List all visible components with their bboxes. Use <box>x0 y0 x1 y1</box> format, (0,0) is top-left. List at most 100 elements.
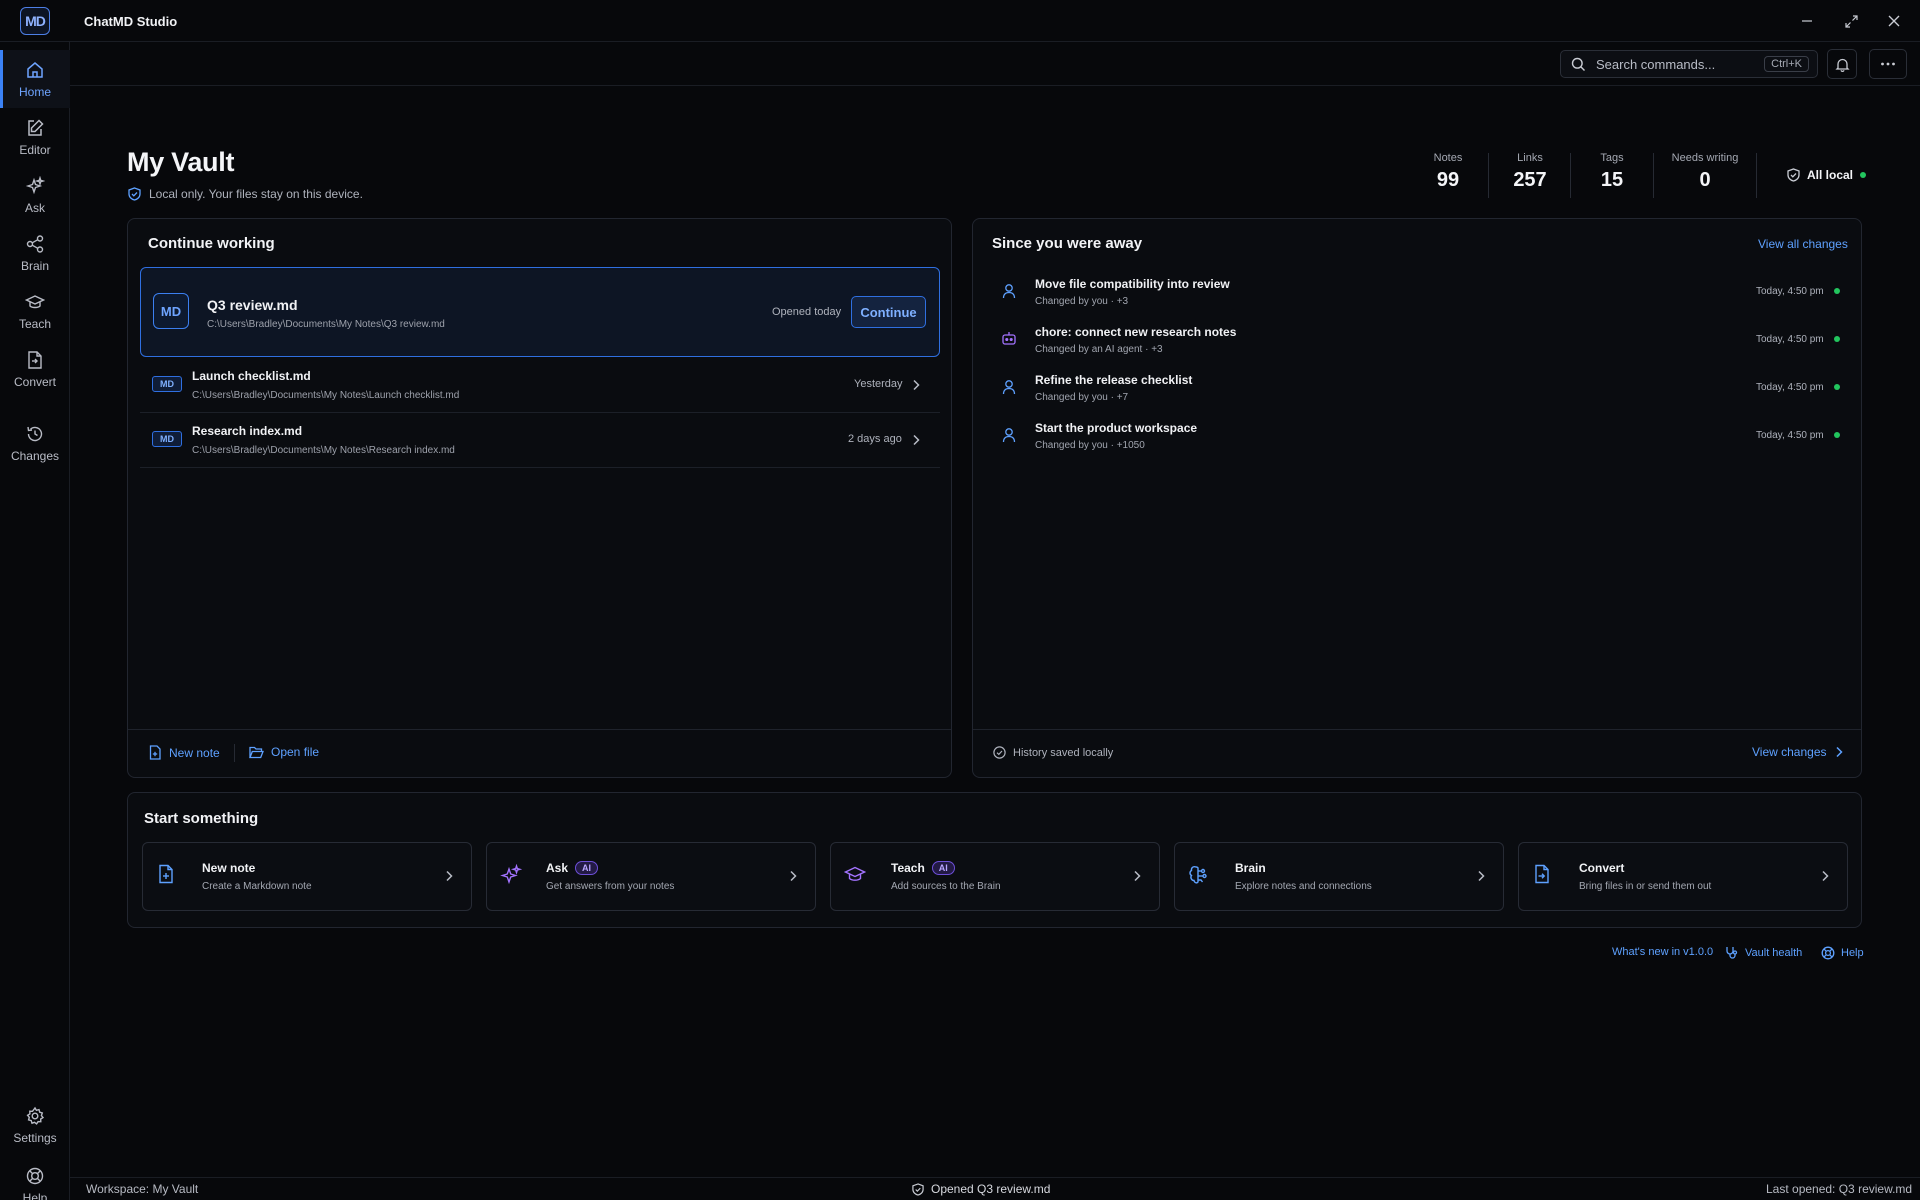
page-title: My Vault <box>127 147 235 177</box>
continue-working-title: Continue working <box>148 235 275 252</box>
sidebar-item-settings[interactable]: Settings <box>0 1096 70 1154</box>
sidebar-item-convert[interactable]: Convert <box>0 340 70 398</box>
stat-divider <box>1488 153 1489 198</box>
sidebar-item-teach[interactable]: Teach <box>0 282 70 340</box>
chevron-right-icon <box>913 434 920 446</box>
sidebar-item-ask[interactable]: Ask <box>0 166 70 224</box>
row-divider <box>140 412 940 413</box>
change-title: chore: connect new research notes <box>1035 325 1237 339</box>
maximize-button[interactable] <box>1833 8 1869 34</box>
md-file-badge: MD <box>152 376 182 392</box>
workspace-status: Workspace: My Vault <box>86 1182 199 1196</box>
md-file-badge: MD <box>152 431 182 447</box>
open-file-link[interactable]: Open file <box>249 745 319 759</box>
card-title: Convert <box>1579 861 1624 875</box>
view-all-changes-link[interactable]: View all changes <box>1758 237 1848 251</box>
user-icon <box>1002 380 1016 395</box>
view-changes-link[interactable]: View changes <box>1752 745 1843 759</box>
card-title-text: Teach <box>891 861 925 875</box>
bot-icon <box>1002 332 1016 345</box>
lifebuoy-icon <box>1821 946 1835 960</box>
file-name: Q3 review.md <box>207 297 298 313</box>
chevron-right-icon <box>1822 870 1829 882</box>
sidebar-item-changes[interactable]: Changes <box>0 414 70 472</box>
sidebar-item-label: Help <box>22 1190 48 1200</box>
stat-tags: Tags 15 <box>1582 152 1642 192</box>
stat-label: Notes <box>1433 152 1463 164</box>
shield-check-icon <box>1787 168 1800 182</box>
sparkles-icon <box>25 175 45 194</box>
start-card-teach[interactable] <box>830 842 1160 911</box>
lifebuoy-icon <box>26 1167 44 1184</box>
ai-badge: AI <box>931 861 955 875</box>
start-card-brain[interactable] <box>1174 842 1504 911</box>
whats-new-link[interactable]: What's new in v1.0.0 <box>1612 946 1713 958</box>
chevron-right-icon <box>1835 746 1843 758</box>
local-status-label: All local <box>1807 168 1854 182</box>
change-time: Today, 4:50 pm <box>1756 286 1824 297</box>
change-meta: Changed by an AI agent · +3 <box>1035 344 1163 355</box>
sidebar-item-label: Editor <box>19 142 51 157</box>
close-icon <box>1888 15 1900 27</box>
open-file-label: Open file <box>271 745 320 759</box>
sidebar-item-help[interactable]: Help <box>0 1156 70 1200</box>
last-opened-status: Last opened: Q3 review.md <box>1766 1182 1913 1196</box>
file-opened-time: 2 days ago <box>848 433 902 445</box>
stat-divider <box>1756 153 1757 198</box>
status-dot <box>1834 432 1840 438</box>
open-file-status: Opened Q3 review.md <box>912 1182 1050 1196</box>
chevron-right-icon <box>446 870 453 882</box>
search-placeholder: Search commands... <box>1596 56 1716 72</box>
command-search[interactable]: Search commands... Ctrl+K <box>1560 50 1818 78</box>
change-meta: Changed by you · +3 <box>1035 296 1129 307</box>
graduation-cap-icon <box>844 866 866 881</box>
notifications-button[interactable] <box>1827 49 1857 79</box>
start-something-title: Start something <box>144 810 259 827</box>
maximize-icon <box>1844 14 1858 28</box>
stat-value: 15 <box>1600 169 1624 191</box>
row-divider <box>140 467 940 468</box>
sidebar-item-home[interactable]: Home <box>0 50 70 108</box>
history-note: History saved locally <box>993 746 1113 759</box>
stat-label: Tags <box>1600 152 1624 164</box>
card-title: Brain <box>1235 861 1266 875</box>
new-note-link[interactable]: New note <box>148 745 220 760</box>
card-subtitle: Create a Markdown note <box>202 881 312 892</box>
start-card-ask[interactable] <box>486 842 816 911</box>
new-file-icon <box>159 864 173 884</box>
gear-icon <box>26 1106 45 1125</box>
card-title: Teach AI <box>891 861 955 875</box>
close-button[interactable] <box>1876 8 1912 34</box>
status-dot <box>1834 336 1840 342</box>
file-convert-icon <box>28 350 42 369</box>
sidebar-item-label: Teach <box>18 316 52 331</box>
open-file-status-text: Opened Q3 review.md <box>931 1182 1051 1196</box>
more-button[interactable] <box>1869 49 1907 79</box>
link-divider <box>234 744 235 762</box>
start-card-convert[interactable] <box>1518 842 1848 911</box>
sidebar-item-brain[interactable]: Brain <box>0 224 70 282</box>
bell-icon <box>1834 58 1850 72</box>
stat-value: 99 <box>1436 169 1460 191</box>
change-meta: Changed by you · +7 <box>1035 392 1129 403</box>
minimize-icon <box>1802 20 1812 22</box>
vault-health-link[interactable]: Vault health <box>1725 946 1802 959</box>
history-icon <box>27 426 43 441</box>
help-link[interactable]: Help <box>1821 946 1864 960</box>
file-opened-time: Yesterday <box>854 378 903 390</box>
continue-button[interactable]: Continue <box>851 296 926 328</box>
stat-needs-writing: Needs writing 0 <box>1668 152 1742 192</box>
sidebar-item-label: Ask <box>24 200 45 215</box>
stat-divider <box>1653 153 1654 198</box>
card-subtitle: Bring files in or send them out <box>1579 881 1712 892</box>
file-path: C:\Users\Bradley\Documents\My Notes\Laun… <box>192 390 460 401</box>
start-card-new-note[interactable] <box>142 842 472 911</box>
sidebar-item-editor[interactable]: Editor <box>0 108 70 166</box>
md-file-badge: MD <box>153 293 189 329</box>
minimize-button[interactable] <box>1789 8 1825 34</box>
folder-open-icon <box>249 746 264 758</box>
card-title-text: Ask <box>546 861 569 875</box>
more-dots-icon <box>1881 62 1895 66</box>
app-title: ChatMD Studio <box>84 14 178 29</box>
local-status-badge[interactable]: All local <box>1787 168 1867 182</box>
